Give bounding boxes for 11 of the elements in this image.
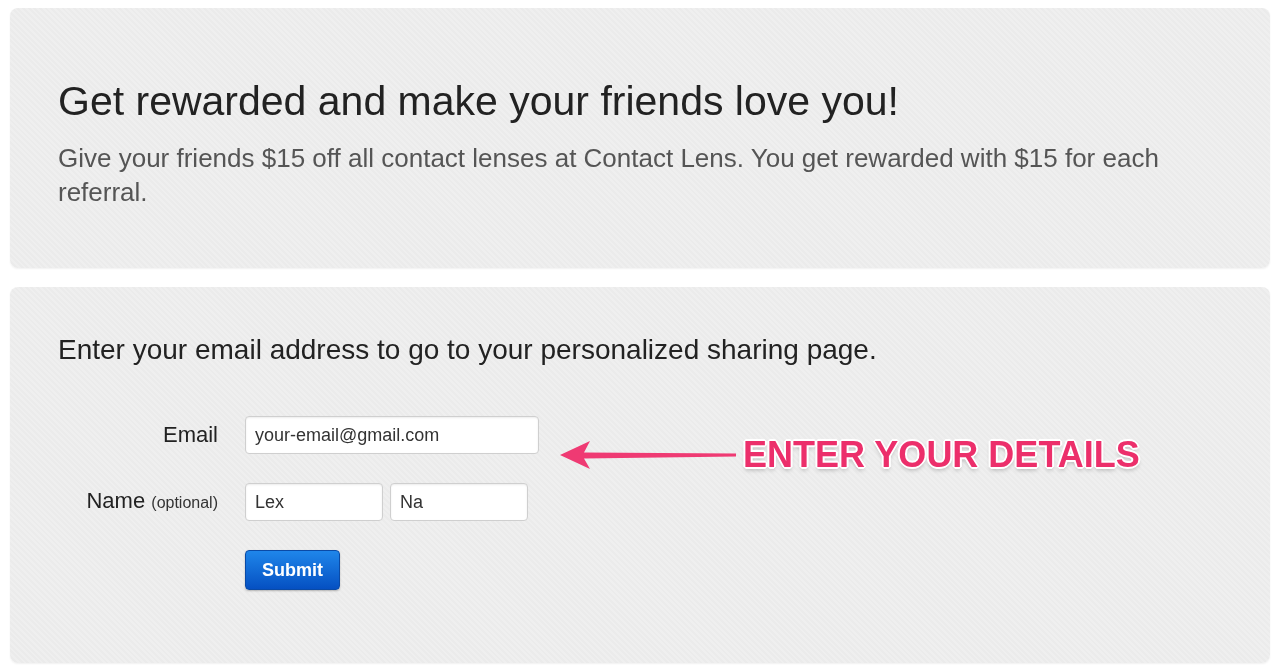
field-label: Name (optional) bbox=[86, 487, 218, 515]
input-field[interactable]: Lex bbox=[245, 483, 383, 521]
input-field[interactable]: Na bbox=[390, 483, 528, 521]
left-arrow-icon bbox=[560, 440, 736, 470]
input-field[interactable]: your-email@gmail.com bbox=[245, 416, 539, 454]
annotation-text: ENTER YOUR DETAILS bbox=[743, 433, 1140, 477]
field-label: Email bbox=[163, 421, 218, 449]
intro-text: Give your friends $15 off all contact lenses at Contact Lens. You get rewarded with $15 for each referral. bbox=[58, 142, 1160, 209]
instruction-text: Enter your email address to go to your personalized sharing page. bbox=[58, 333, 877, 367]
page-heading: Get rewarded and make your friends love you! bbox=[58, 77, 899, 125]
submit-button[interactable]: Submit bbox=[245, 550, 340, 590]
